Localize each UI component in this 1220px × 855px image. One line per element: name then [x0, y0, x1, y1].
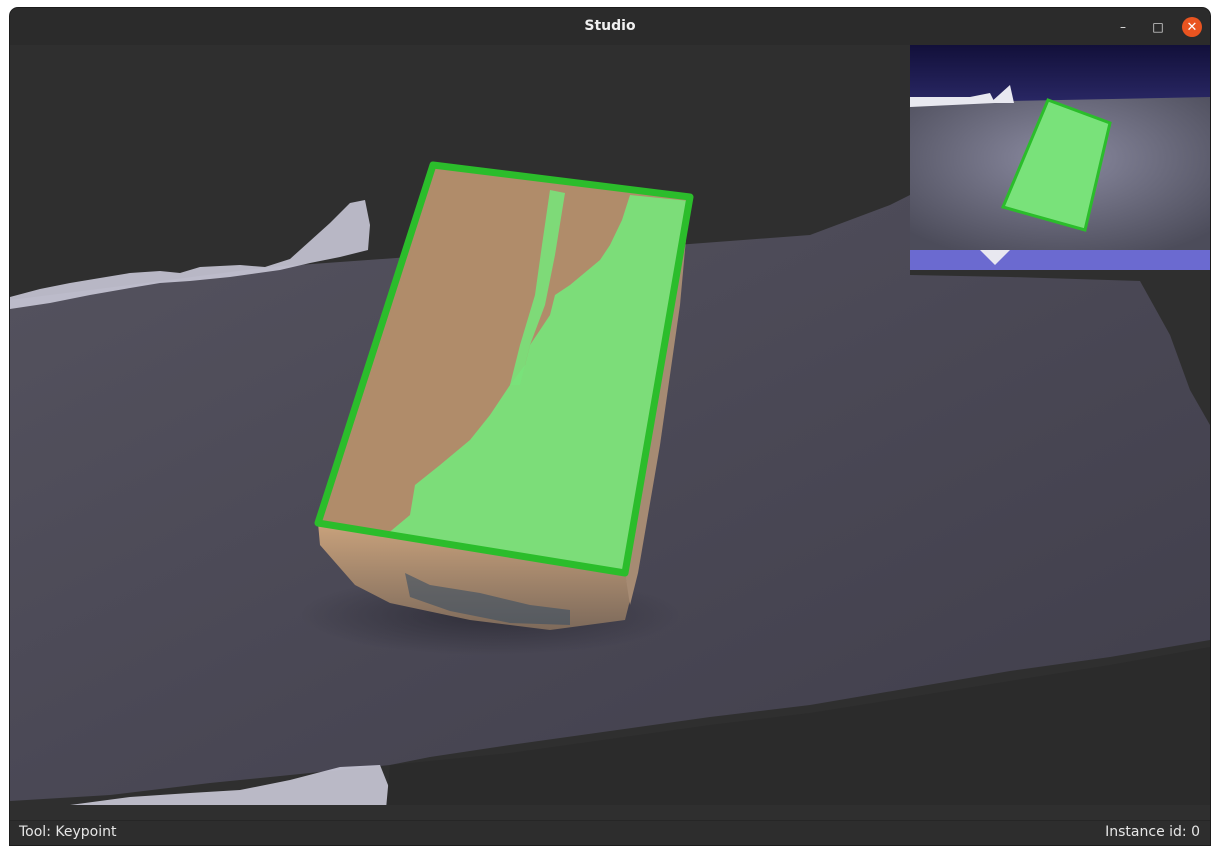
3d-viewport[interactable] — [10, 45, 1210, 820]
window-title: Studio — [584, 18, 636, 34]
minimap-bottom-band — [910, 250, 1210, 270]
viewport-bottom — [10, 805, 1210, 820]
minimap-sky — [910, 45, 1210, 105]
title-bar[interactable]: Studio – □ ✕ — [10, 8, 1210, 46]
minimap-inset[interactable] — [910, 45, 1210, 270]
close-icon[interactable]: ✕ — [1182, 17, 1202, 37]
minimize-icon[interactable]: – — [1113, 17, 1133, 37]
instance-id-status: Instance id: 0 — [1105, 824, 1200, 840]
maximize-icon[interactable]: □ — [1148, 17, 1168, 37]
tool-status: Tool: Keypoint — [19, 824, 117, 840]
status-bar: Tool: Keypoint Instance id: 0 — [10, 820, 1210, 845]
minimap-render — [910, 45, 1210, 270]
studio-window: Studio – □ ✕ Tool: Keypoint Instance id:… — [10, 8, 1210, 845]
